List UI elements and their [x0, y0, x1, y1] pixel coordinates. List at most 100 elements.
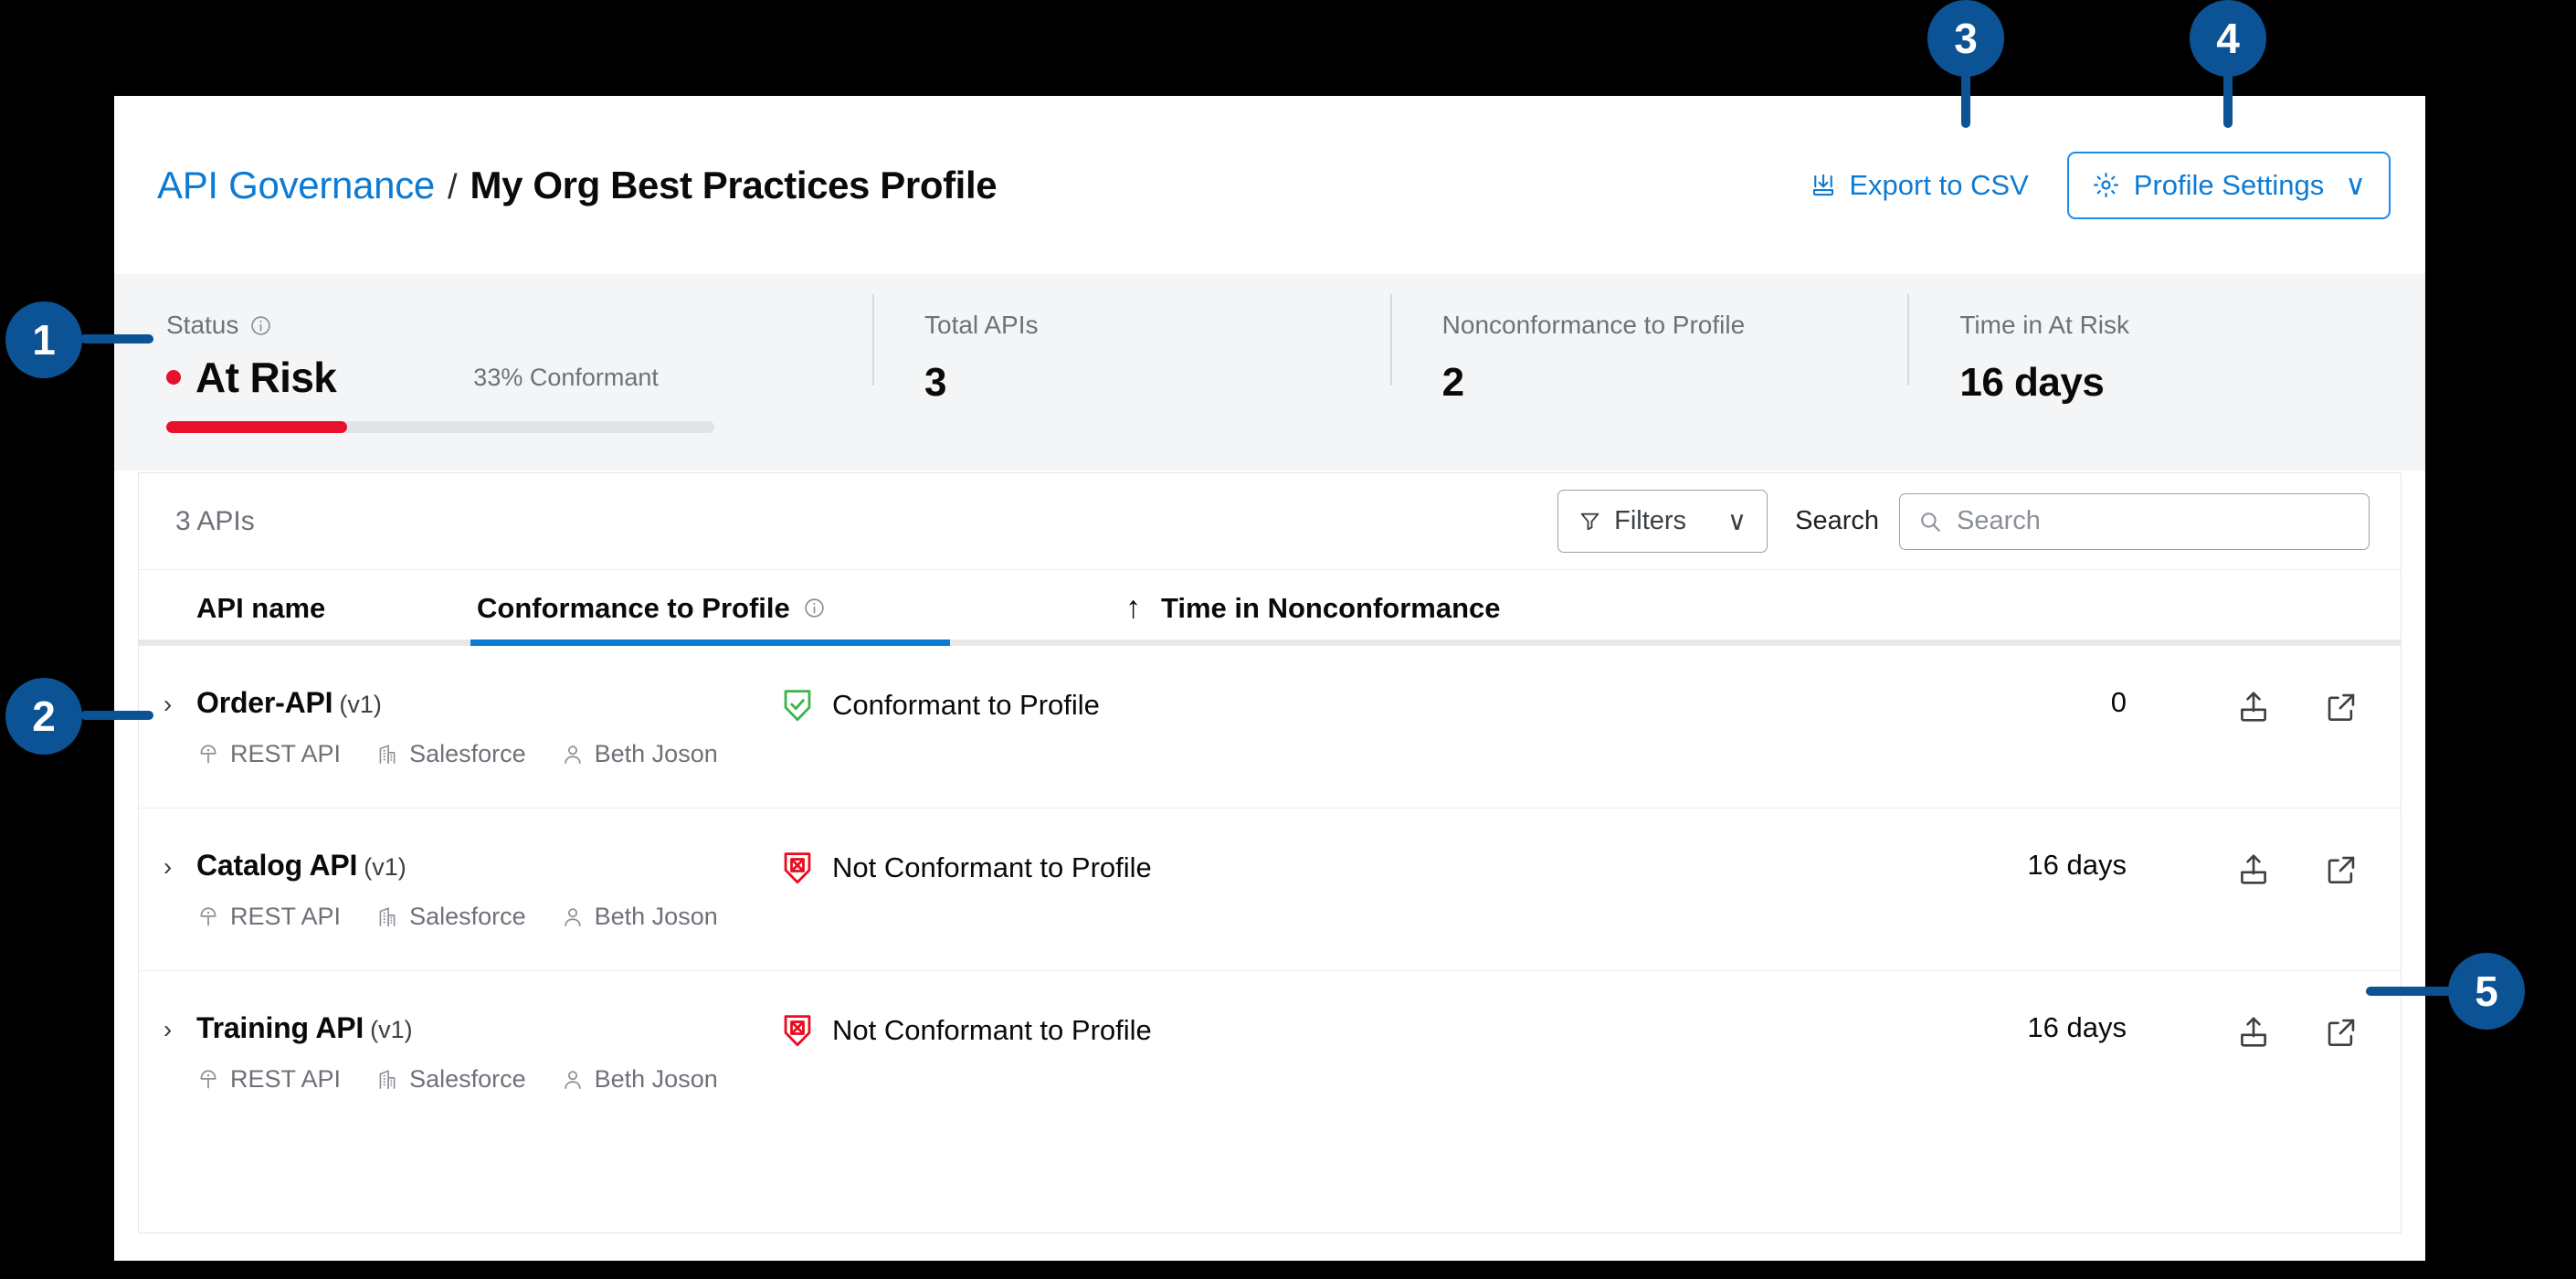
page-header: API Governance / My Org Best Practices P…	[114, 96, 2425, 274]
user-icon	[561, 905, 585, 929]
row-time-in-nonconformance: 16 days	[1152, 849, 2127, 882]
row-actions	[2127, 1011, 2401, 1053]
organization-icon	[375, 905, 399, 929]
filter-funnel-icon	[1578, 510, 1601, 533]
kpi-divider	[1907, 294, 1909, 386]
row-api-owner: Beth Joson	[561, 740, 718, 768]
shield-x-icon	[778, 849, 817, 887]
page-title: My Org Best Practices Profile	[470, 164, 998, 207]
row-api-org: Salesforce	[375, 903, 526, 931]
search-field-label: Search	[1795, 506, 1879, 536]
export-download-icon	[1810, 172, 1837, 199]
kpi-time-at-risk-label: Time in At Risk	[1959, 311, 2129, 340]
row-api-version: (v1)	[339, 691, 382, 718]
kpi-status-label-row: Status	[166, 311, 872, 340]
row-api-type: REST API	[196, 903, 341, 931]
row-api-meta: REST API Salesforce Beth Joson	[196, 903, 818, 931]
row-conformance-status: Not Conformant to Profile	[778, 849, 1152, 887]
table-row[interactable]: › Training API(v1) REST API Salesforce B…	[139, 971, 2401, 1134]
table-body: › Order-API(v1) REST API Salesforce Beth…	[139, 646, 2401, 1134]
active-column-underline	[470, 640, 950, 646]
info-icon[interactable]	[249, 314, 272, 337]
column-header-time-in-nonconformance[interactable]: ↑ Time in Nonconformance	[1125, 590, 2401, 626]
share-icon[interactable]	[2233, 686, 2275, 728]
export-to-csv-button[interactable]: Export to CSV	[1806, 164, 2032, 207]
export-to-csv-label: Export to CSV	[1849, 169, 2028, 202]
search-box[interactable]	[1899, 493, 2370, 550]
conformance-percent-label: 33% Conformant	[473, 364, 659, 392]
table-toolbar: 3 APIs Filters ∨ Search	[139, 473, 2401, 569]
kpi-nonconformance-label: Nonconformance to Profile	[1442, 311, 1746, 340]
row-time-in-nonconformance: 0	[1100, 686, 2127, 719]
row-time-in-nonconformance: 16 days	[1152, 1011, 2127, 1044]
row-api-version: (v1)	[364, 853, 406, 881]
table-row[interactable]: › Order-API(v1) REST API Salesforce Beth…	[139, 646, 2401, 809]
kpi-total-apis-label: Total APIs	[924, 311, 1039, 340]
user-icon	[561, 1068, 585, 1092]
chevron-down-icon: ∨	[1727, 505, 1747, 537]
search-icon	[1918, 510, 1942, 534]
search-input[interactable]	[1955, 505, 2350, 537]
column-header-conformance[interactable]: Conformance to Profile	[477, 592, 1125, 625]
api-type-icon	[196, 743, 220, 766]
row-actions	[2127, 686, 2401, 728]
callout-leader-2	[80, 711, 153, 720]
row-api-info: Catalog API(v1) REST API Salesforce Beth…	[196, 849, 818, 931]
kpi-nonconformance: Nonconformance to Profile 2	[1390, 274, 1908, 406]
kpi-status-label: Status	[166, 311, 238, 340]
breadcrumb-link-api-governance[interactable]: API Governance	[157, 164, 435, 207]
row-api-type: REST API	[196, 740, 341, 768]
callout-badge-5: 5	[2448, 953, 2525, 1030]
row-api-org: Salesforce	[375, 740, 526, 768]
organization-icon	[375, 1068, 399, 1092]
row-api-owner: Beth Joson	[561, 1065, 718, 1094]
row-api-info: Training API(v1) REST API Salesforce Bet…	[196, 1011, 818, 1094]
gear-icon	[2092, 171, 2120, 199]
row-conformance-label: Conformant to Profile	[832, 689, 1100, 722]
status-value: At Risk	[195, 353, 336, 402]
organization-icon	[375, 743, 399, 766]
kpi-nonconformance-value: 2	[1442, 360, 1908, 406]
table-row[interactable]: › Catalog API(v1) REST API Salesforce Be…	[139, 809, 2401, 971]
filters-label: Filters	[1614, 506, 1686, 536]
callout-badge-1: 1	[5, 301, 82, 378]
row-expand-caret-icon[interactable]: ›	[139, 1011, 196, 1044]
kpi-divider	[1390, 294, 1392, 386]
column-header-api-name[interactable]: API name	[139, 592, 477, 625]
api-type-icon	[196, 1068, 220, 1092]
row-api-name: Catalog API	[196, 849, 357, 882]
row-api-name: Order-API	[196, 686, 333, 719]
row-conformance-status: Conformant to Profile	[778, 686, 1100, 724]
open-external-icon[interactable]	[2320, 849, 2362, 891]
row-api-title: Training API(v1)	[196, 1011, 818, 1045]
share-icon[interactable]	[2233, 849, 2275, 891]
share-icon[interactable]	[2233, 1011, 2275, 1053]
column-header-conformance-label: Conformance to Profile	[477, 592, 790, 625]
kpi-status: Status At Risk 33% Conformant	[114, 274, 872, 433]
row-api-info: Order-API(v1) REST API Salesforce Beth J…	[196, 686, 818, 768]
info-icon[interactable]	[803, 597, 826, 619]
callout-badge-2: 2	[5, 678, 82, 755]
kpi-total-apis: Total APIs 3	[872, 274, 1390, 406]
open-external-icon[interactable]	[2320, 1011, 2362, 1053]
breadcrumb-separator: /	[448, 168, 458, 207]
kpi-time-at-risk: Time in At Risk 16 days	[1907, 274, 2425, 406]
profile-settings-button[interactable]: Profile Settings ∨	[2067, 152, 2391, 219]
row-api-meta: REST API Salesforce Beth Joson	[196, 740, 818, 768]
callout-badge-3: 3	[1927, 0, 2004, 77]
open-external-icon[interactable]	[2320, 686, 2362, 728]
table-header-row: API name Conformance to Profile ↑ Time i…	[139, 569, 2401, 646]
row-api-name: Training API	[196, 1011, 364, 1044]
profile-settings-label: Profile Settings	[2134, 169, 2325, 202]
row-api-org: Salesforce	[375, 1065, 526, 1094]
column-header-api-name-label: API name	[196, 592, 325, 625]
filters-dropdown-button[interactable]: Filters ∨	[1557, 490, 1768, 553]
callout-badge-4: 4	[2190, 0, 2266, 77]
conformance-progress-fill	[166, 421, 347, 433]
row-expand-caret-icon[interactable]: ›	[139, 849, 196, 882]
breadcrumb: API Governance / My Org Best Practices P…	[157, 164, 1806, 207]
callout-leader-1	[80, 334, 153, 344]
kpi-divider	[872, 294, 874, 386]
row-api-type: REST API	[196, 1065, 341, 1094]
chevron-down-icon: ∨	[2345, 169, 2366, 202]
